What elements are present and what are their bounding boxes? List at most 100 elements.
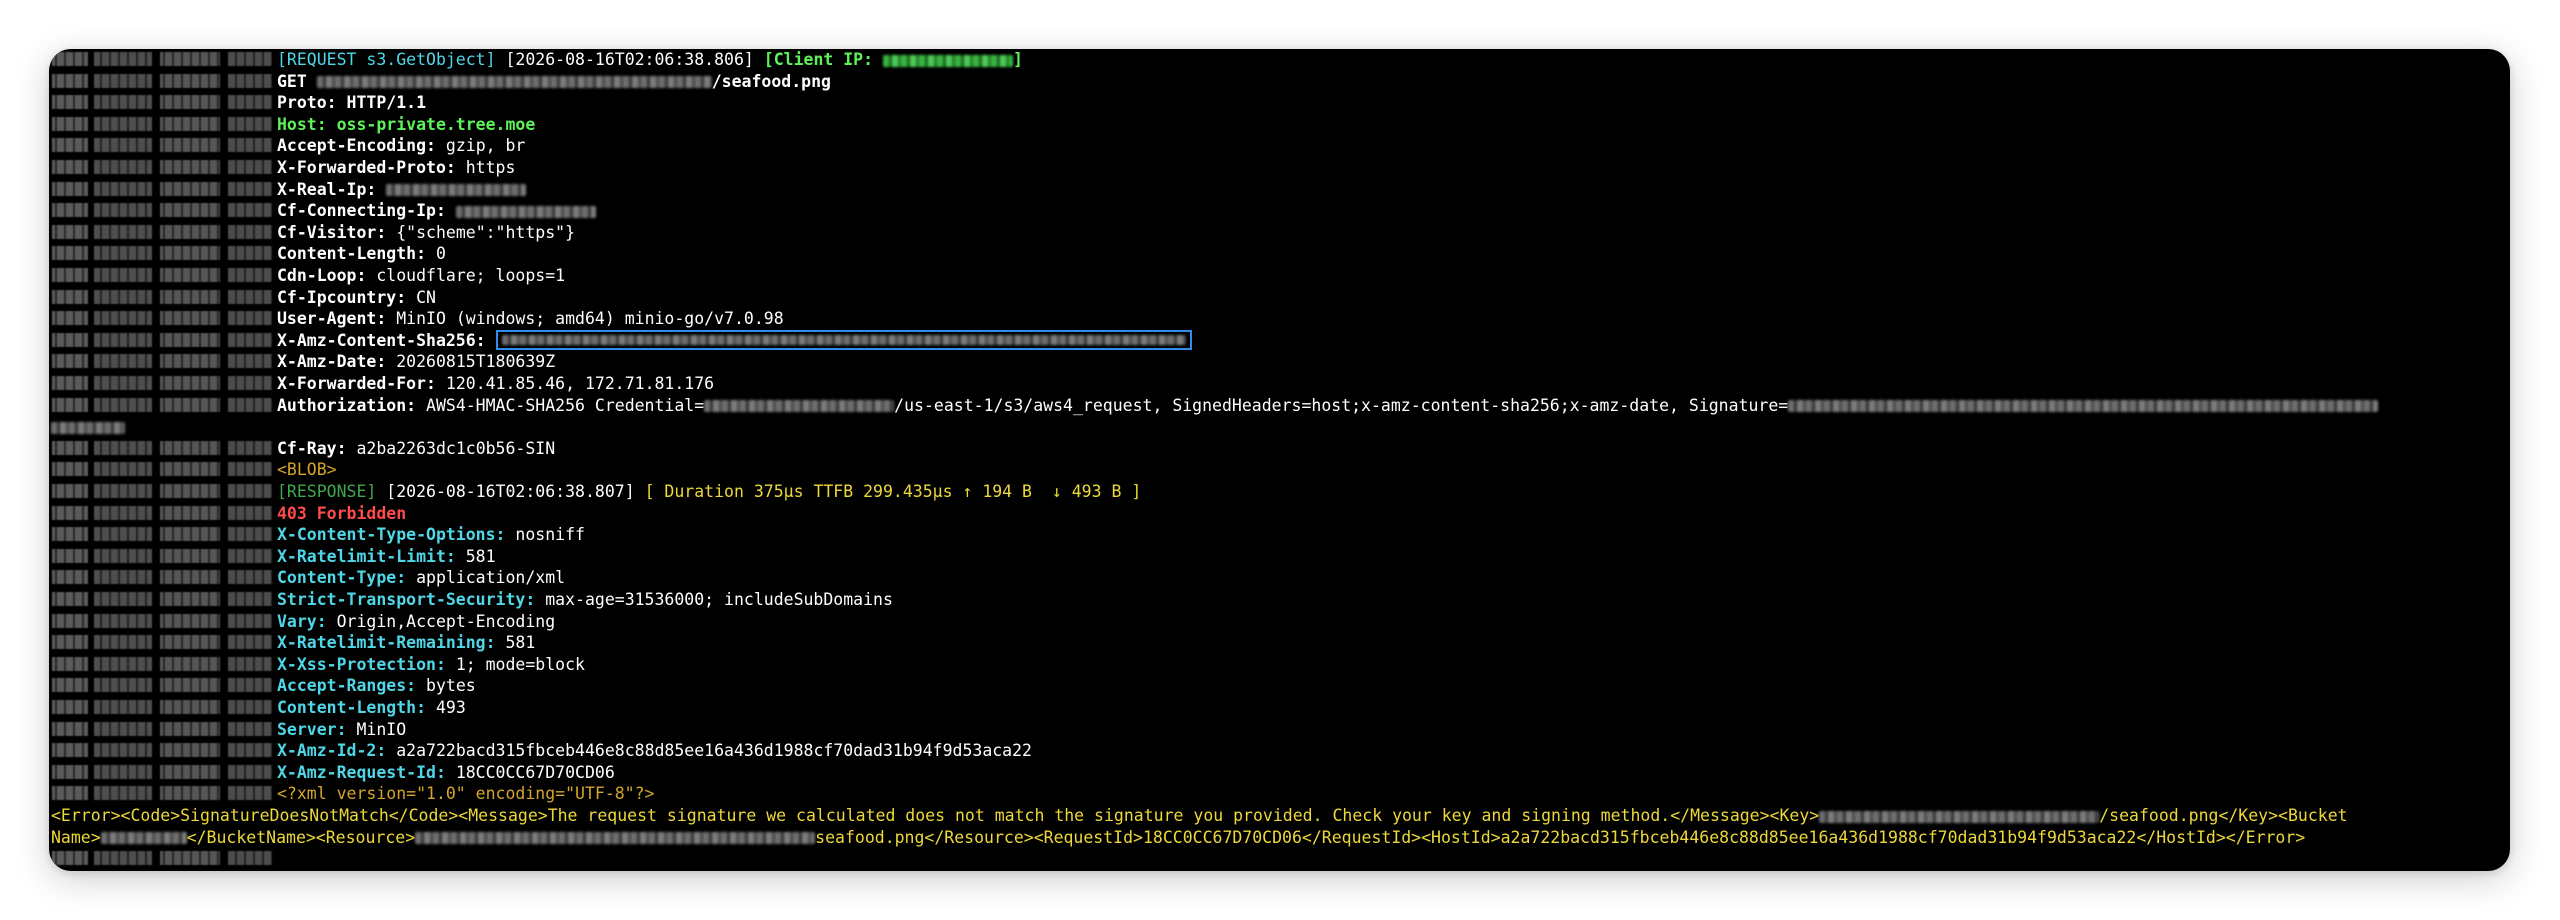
redacted-gutter <box>52 289 272 304</box>
log-line-response-header-item: X-Content-Type-Options: nosniff <box>49 524 2510 546</box>
log-line-response-header-item: Accept-Ranges: bytes <box>49 675 2510 697</box>
redacted-gutter <box>52 721 272 736</box>
redacted-gutter <box>52 527 272 542</box>
header-key: X-Real-Ip: <box>277 179 387 199</box>
header-key: Cf-Ipcountry: <box>277 287 417 307</box>
header-value: MinIO (windows; amd64) minio-go/v7.0.98 <box>396 309 784 329</box>
xml-declaration: <?xml version="1.0" encoding="UTF-8"?> <box>277 784 655 804</box>
text-selection-box[interactable] <box>495 330 1192 351</box>
log-line-xml-declaration: <?xml version="1.0" encoding="UTF-8"?> <box>49 783 2510 805</box>
xml-body-key-end: /seafood.png</Key><Bucket <box>2099 806 2348 825</box>
redacted-gutter <box>52 570 272 585</box>
redacted-gutter <box>52 635 272 650</box>
redacted-gutter <box>52 548 272 563</box>
header-key: User-Agent: <box>277 309 397 329</box>
redacted-gutter <box>52 116 272 131</box>
xml-resource-open: </BucketName><Resource> <box>186 827 416 847</box>
header-value: application/xml <box>416 568 566 588</box>
terminal-window[interactable]: [REQUEST s3.GetObject] [2026-08-16T02:06… <box>49 49 2510 871</box>
redacted-gutter <box>52 332 272 347</box>
log-line-header-authorization: Authorization: AWS4-HMAC-SHA256 Credenti… <box>49 395 2510 417</box>
redacted-request-path <box>316 76 712 89</box>
header-key: X-Content-Type-Options: <box>277 525 516 545</box>
redacted-gutter <box>52 440 272 455</box>
log-line-trailing <box>49 848 2510 870</box>
redacted-gutter <box>52 224 272 239</box>
redacted-gutter <box>52 397 272 412</box>
redacted-gutter <box>52 354 272 369</box>
header-key: X-Amz-Date: <box>277 352 397 372</box>
header-key: X-Ratelimit-Limit: <box>277 546 466 566</box>
redacted-gutter <box>52 268 272 282</box>
header-value: max-age=31536000; includeSubDomains <box>545 590 893 609</box>
header-host: Host: oss-private.tree.moe <box>277 114 536 134</box>
redacted-gutter <box>52 505 272 520</box>
header-value: https <box>465 158 516 177</box>
redacted-credential <box>704 400 895 413</box>
log-line-response-header-item: Strict-Transport-Security: max-age=31536… <box>49 589 2510 611</box>
log-line-response-header-item: Vary: Origin,Accept-Encoding <box>49 611 2510 633</box>
header-value: 20260815T180639Z <box>396 352 556 372</box>
redacted-gutter <box>52 95 272 110</box>
header-key: X-Amz-Content-Sha256: <box>277 330 496 350</box>
header-value: CN <box>416 287 436 307</box>
header-value: HTTP/1.1 <box>346 93 427 113</box>
log-line-status: 403 Forbidden <box>49 503 2510 525</box>
header-value: {"scheme":"https"} <box>396 222 576 242</box>
header-key: Cdn-Loop: <box>277 266 377 285</box>
header-key: X-Amz-Id-2: <box>277 741 397 761</box>
log-line-header-x-forwarded-for: X-Forwarded-For: 120.41.85.46, 172.71.81… <box>49 373 2510 395</box>
log-line-header-accept-encoding: Accept-Encoding: gzip, br <box>49 135 2510 157</box>
client-ip-close: ] <box>1013 50 1023 69</box>
xml-bucket-name-open: Name> <box>51 827 101 847</box>
header-key: Authorization: <box>277 395 427 415</box>
log-line-header-cdn-loop: Cdn-Loop: cloudflare; loops=1 <box>49 265 2510 287</box>
log-line-header-x-amz-date: X-Amz-Date: 20260815T180639Z <box>49 351 2510 373</box>
log-line-blob: <BLOB> <box>49 459 2510 481</box>
header-key: Content-Length: <box>277 244 436 264</box>
header-key: X-Forwarded-For: <box>277 374 446 393</box>
redacted-ip <box>386 184 527 197</box>
log-line-header-cf-connecting-ip: Cf-Connecting-Ip: <box>49 200 2510 222</box>
log-line-response-header-item: X-Xss-Protection: 1; mode=block <box>49 654 2510 676</box>
header-value: 18CC0CC67D70CD06 <box>455 762 615 782</box>
redacted-bucket-name <box>100 832 187 845</box>
log-line-response-header-item: X-Amz-Request-Id: 18CC0CC67D70CD06 <box>49 762 2510 784</box>
header-key: Strict-Transport-Security: <box>277 590 546 609</box>
log-line-response-header-item: X-Ratelimit-Remaining: 581 <box>49 632 2510 654</box>
redacted-gutter <box>52 678 272 693</box>
redacted-signature-tail <box>51 421 125 434</box>
redacted-gutter <box>52 484 272 498</box>
log-line-header-x-forwarded-proto: X-Forwarded-Proto: https <box>49 157 2510 179</box>
log-line-response-header-item: X-Ratelimit-Limit: 581 <box>49 546 2510 568</box>
log-line-header-content-length: Content-Length: 0 <box>49 243 2510 265</box>
log-line-header-cf-ray: Cf-Ray: a2ba2263dc1c0b56-SIN <box>49 438 2510 460</box>
header-value: 493 <box>435 698 466 717</box>
header-key: Proto: <box>277 93 347 113</box>
redacted-gutter <box>52 462 272 477</box>
request-tag: [REQUEST s3.GetObject] <box>277 50 496 69</box>
redacted-gutter <box>52 656 272 671</box>
auth-credential-prefix: AWS4-HMAC-SHA256 Credential= <box>426 395 705 415</box>
log-line-request-line: GET /seafood.png <box>49 71 2510 93</box>
redacted-gutter <box>52 73 272 88</box>
response-tag: [RESPONSE] <box>277 482 377 501</box>
xml-body-start: <Error><Code>SignatureDoesNotMatch</Code… <box>51 806 1820 825</box>
redacted-sha256 <box>501 335 1186 346</box>
header-key: Vary: <box>277 611 337 631</box>
header-value: MinIO <box>356 719 407 739</box>
redacted-gutter <box>52 786 272 801</box>
log-line-header-proto: Proto: HTTP/1.1 <box>49 92 2510 114</box>
response-stats: [ Duration 375µs TTFB 299.435µs ↑ 194 B … <box>644 482 1142 501</box>
header-key: Cf-Ray: <box>277 438 357 458</box>
header-value: bytes <box>426 676 476 696</box>
log-line-header-cf-visitor: Cf-Visitor: {"scheme":"https"} <box>49 222 2510 244</box>
header-key: X-Amz-Request-Id: <box>277 762 456 782</box>
status-code: 403 Forbidden <box>277 503 407 523</box>
header-value: a2a722bacd315fbceb446e8c88d85ee16a436d19… <box>396 741 1032 761</box>
redacted-client-ip <box>883 54 1013 67</box>
header-key: Accept-Encoding: <box>277 136 446 156</box>
header-value: a2ba2263dc1c0b56-SIN <box>356 438 556 458</box>
log-line-header-user-agent: User-Agent: MinIO (windows; amd64) minio… <box>49 308 2510 330</box>
redacted-gutter <box>52 700 272 714</box>
